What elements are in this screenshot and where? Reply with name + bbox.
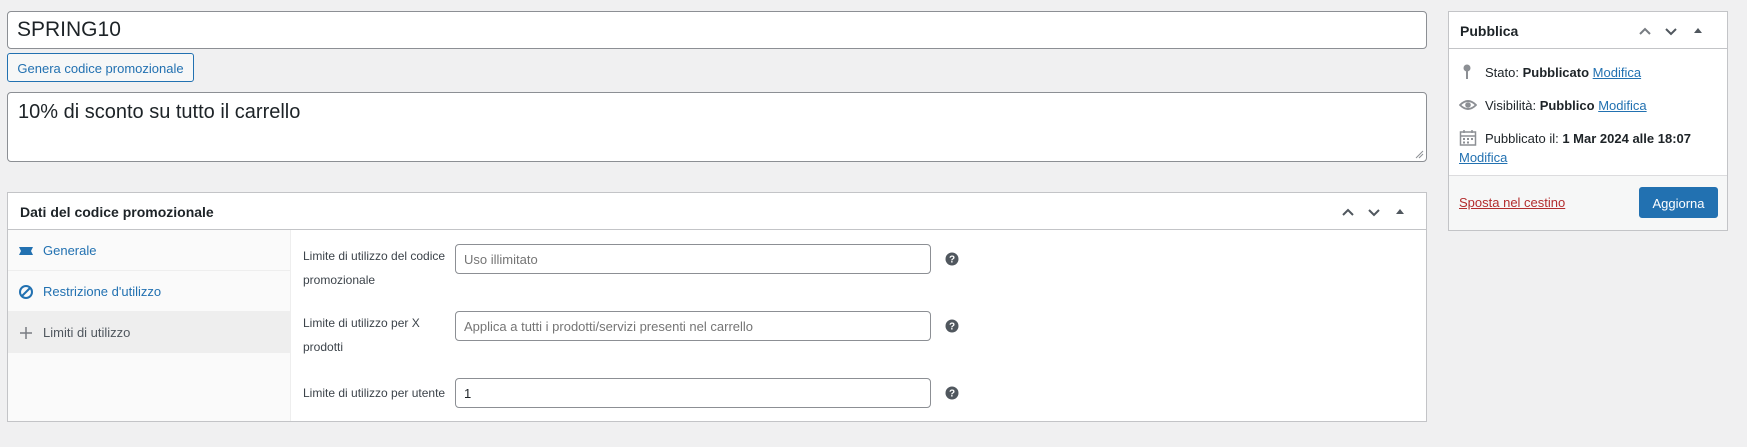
svg-text:?: ? [949,322,955,333]
move-down-icon[interactable] [1365,203,1383,221]
help-icon[interactable]: ? [945,252,959,266]
coupon-code-input[interactable] [7,11,1427,49]
move-down-icon[interactable] [1662,22,1680,40]
tab-label: Restrizione d'utilizzo [43,284,162,299]
usage-limit-per-coupon-input[interactable] [455,244,931,274]
resize-grip-icon[interactable] [1415,150,1424,159]
block-icon [19,285,33,299]
svg-text:?: ? [949,389,955,400]
edit-status-link[interactable]: Modifica [1593,65,1641,80]
coupon-description-textarea[interactable]: 10% di sconto su tutto il carrello [7,92,1427,162]
publish-date-text: Pubblicato il: 1 Mar 2024 alle 18:07 [1485,131,1691,146]
limit-usage-to-x-items-input[interactable] [455,311,931,341]
coupon-data-header: Dati del codice promozionale [8,193,1426,230]
ticket-icon [19,247,33,255]
move-up-icon[interactable] [1636,22,1654,40]
move-to-trash-link[interactable]: Sposta nel cestino [1459,195,1565,210]
edit-visibility-link[interactable]: Modifica [1598,98,1646,113]
post-status-text: Stato: Pubblicato Modifica [1485,65,1642,80]
limit-usage-to-x-items-label: Limite di utilizzo per X prodotti [303,316,420,354]
plus-icon [20,327,32,339]
coupon-data-panel: Dati del codice promozionale Generale Re… [7,192,1427,422]
publish-header: Pubblica [1449,12,1727,49]
help-icon[interactable]: ? [945,386,959,400]
tab-label: Limiti di utilizzo [43,325,131,340]
publish-actions: Sposta nel cestino Aggiorna [1449,175,1727,230]
tab-label: Generale [43,243,97,258]
calendar-icon [1459,130,1477,146]
coupon-data-tabs: Generale Restrizione d'utilizzo Limiti d… [8,230,291,421]
help-icon[interactable]: ? [945,319,959,333]
tab-restrizione-utilizzo[interactable]: Restrizione d'utilizzo [8,271,290,312]
update-button[interactable]: Aggiorna [1639,187,1718,218]
generate-coupon-code-button[interactable]: Genera codice promozionale [7,53,194,82]
usage-limit-per-coupon-label: Limite di utilizzo del codice promoziona… [303,249,446,287]
svg-text:?: ? [949,255,955,266]
toggle-panel-icon[interactable] [1689,22,1707,40]
usage-limit-per-user-input[interactable] [455,378,931,408]
eye-icon [1459,100,1477,110]
usage-limit-per-user-label: Limite di utilizzo per utente [303,386,446,400]
edit-date-link[interactable]: Modifica [1459,150,1507,165]
coupon-description-text: 10% di sconto su tutto il carrello [18,101,301,123]
move-up-icon[interactable] [1339,203,1357,221]
tab-generale[interactable]: Generale [8,230,290,271]
tab-limiti-utilizzo[interactable]: Limiti di utilizzo [8,312,290,353]
publish-panel: Pubblica Stato: Pubblicato Modifica Visi… [1448,11,1728,231]
toggle-panel-icon[interactable] [1391,203,1409,221]
publish-title: Pubblica [1460,23,1519,39]
visibility-text: Visibilità: Pubblico Modifica [1485,98,1647,113]
coupon-data-title: Dati del codice promozionale [20,204,214,220]
pin-icon [1463,64,1471,79]
